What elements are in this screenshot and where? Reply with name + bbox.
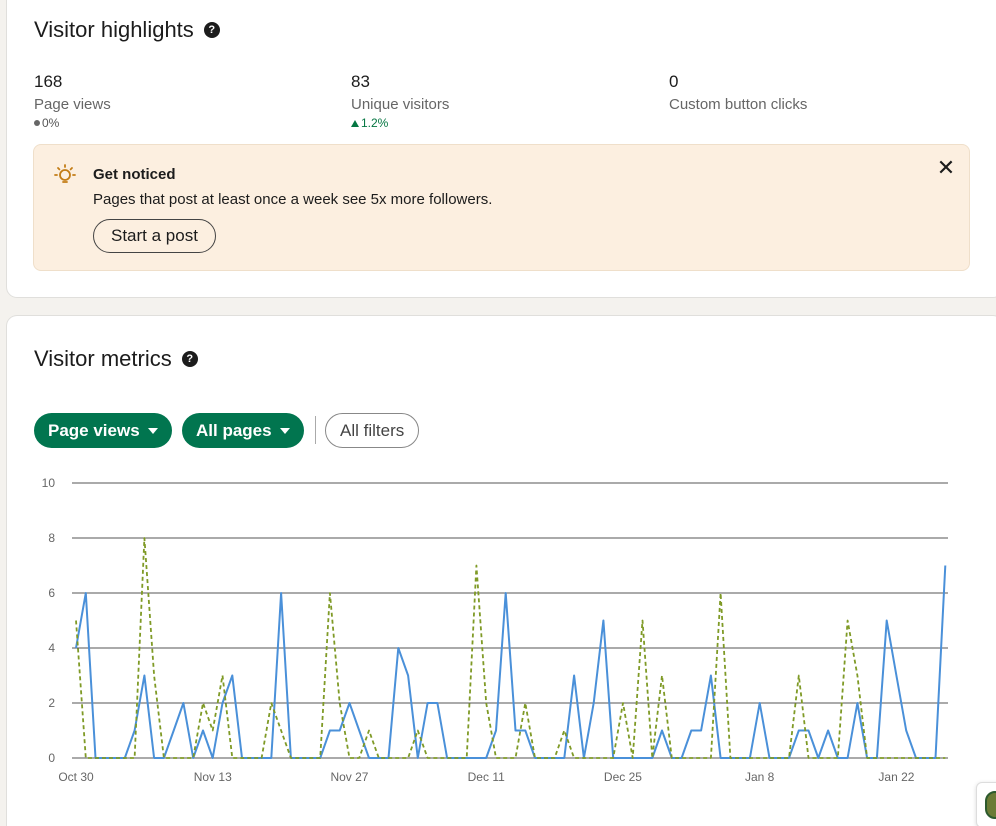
messaging-avatar[interactable] xyxy=(976,782,996,826)
y-tick-label: 8 xyxy=(48,531,55,545)
x-tick-label: Dec 11 xyxy=(468,770,505,784)
x-tick-label: Jan 8 xyxy=(745,770,775,784)
x-tick-label: Nov 13 xyxy=(194,770,232,784)
x-tick-label: Oct 30 xyxy=(58,770,94,784)
x-tick-label: Jan 22 xyxy=(878,770,914,784)
x-tick-label: Nov 27 xyxy=(330,770,368,784)
series-line-solid xyxy=(75,565,947,759)
y-tick-label: 6 xyxy=(48,586,55,600)
y-tick-label: 2 xyxy=(48,696,55,710)
x-tick-label: Dec 25 xyxy=(604,770,642,784)
avatar-image xyxy=(985,791,996,819)
visitor-metrics-chart: 0 2 4 6 8 10 Oct 30 Nov 13 Nov 27 Dec 11 Dec 25 Jan… xyxy=(42,476,948,784)
y-tick-label: 10 xyxy=(42,476,56,490)
y-tick-label: 0 xyxy=(48,751,55,765)
y-tick-label: 4 xyxy=(48,641,55,655)
